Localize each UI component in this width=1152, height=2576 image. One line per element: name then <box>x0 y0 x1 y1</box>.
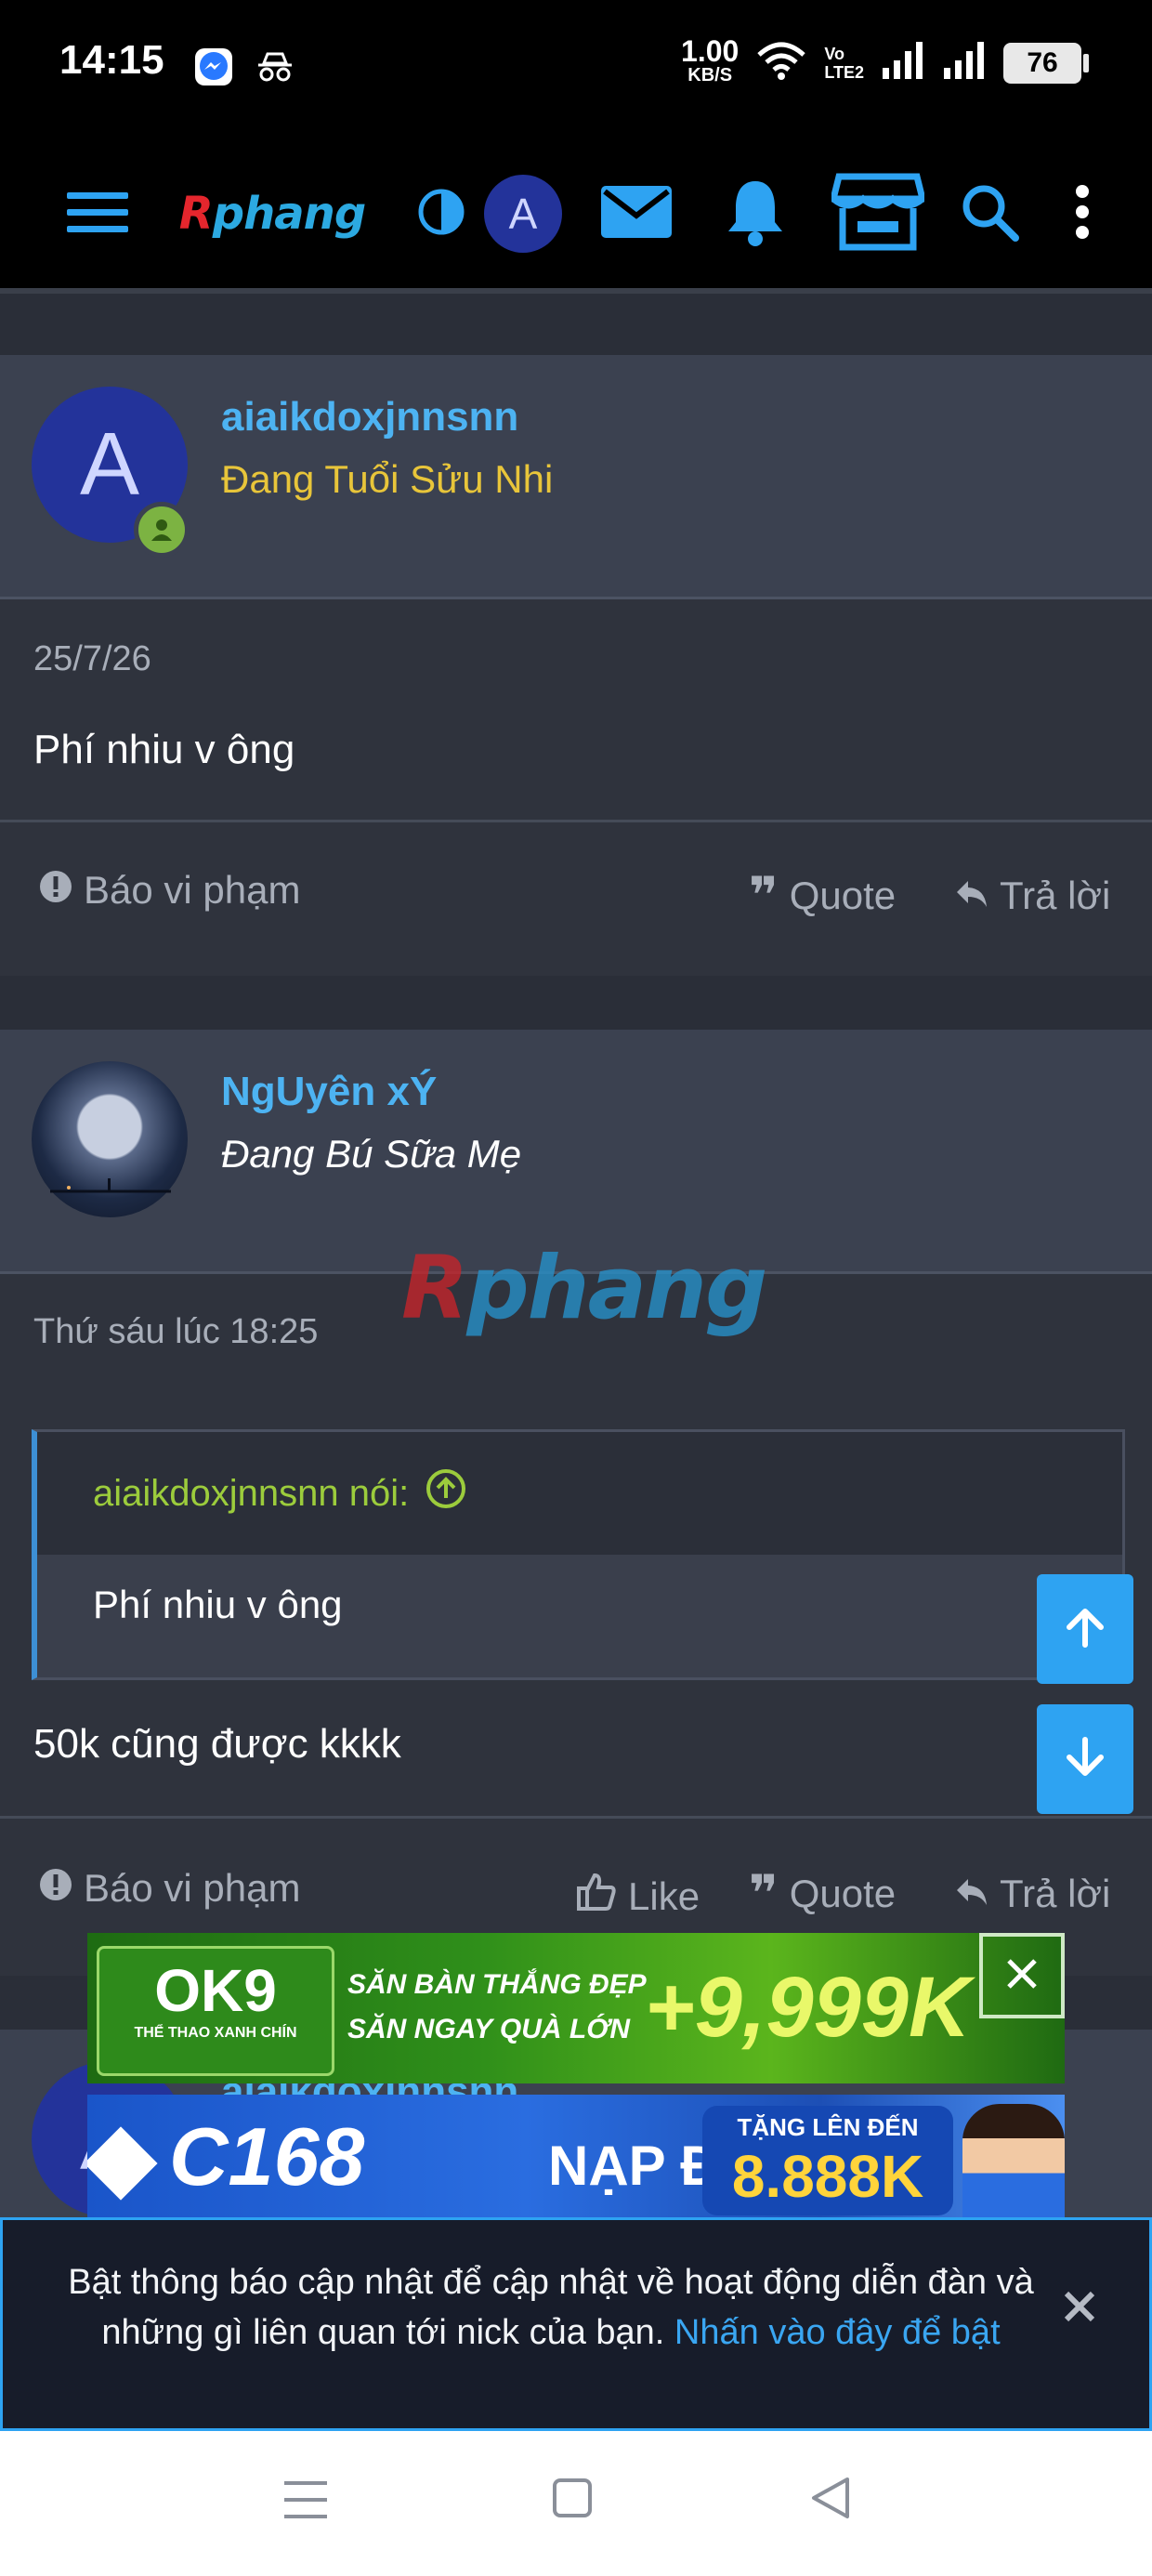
net-speed: 1.00 KB/S <box>681 34 740 85</box>
quote-block: aiaikdoxjnnsnn nói: Phí nhiu v ông <box>32 1429 1125 1680</box>
messenger-icon <box>193 46 234 92</box>
theme-toggle-icon <box>417 188 465 241</box>
status-time: 14:15 <box>59 37 164 83</box>
enable-notifications-link[interactable]: Nhấn vào đây để bật <box>674 2313 1001 2352</box>
battery-indicator: 76 <box>1003 43 1089 84</box>
post: A aiaikdoxjnnsnn Đang Tuổi Sửu Nhi 25/7/… <box>0 355 1152 976</box>
hamburger-icon <box>67 189 128 240</box>
store-icon <box>829 173 927 256</box>
scroll-to-top-button[interactable] <box>1037 1574 1133 1684</box>
notifications-button[interactable] <box>713 139 797 288</box>
like-button[interactable]: Like <box>576 1872 700 1922</box>
search-icon <box>960 182 1019 246</box>
incognito-icon <box>256 50 294 88</box>
quote-button[interactable]: ❞ Quote <box>749 868 896 924</box>
search-button[interactable] <box>948 139 1031 288</box>
menu-button[interactable] <box>56 139 139 288</box>
back-button[interactable] <box>810 2476 851 2525</box>
reply-icon <box>955 874 988 918</box>
user-title: Đang Tuổi Sửu Nhi <box>221 457 554 501</box>
site-watermark: Rphang <box>401 1238 767 1339</box>
ad-tagline: THỂ THAO XANH CHÍN <box>134 2025 297 2041</box>
menu-lines-icon <box>284 2481 327 2524</box>
back-triangle-icon <box>810 2477 851 2524</box>
quote-text: Phí nhiu v ông <box>93 1583 343 1626</box>
mail-icon <box>601 185 672 243</box>
quote-icon: ❞ <box>749 1866 779 1922</box>
ad-banner-ok9[interactable]: OK9 THỂ THAO XANH CHÍN SĂN BÀN THẮNG ĐẸP… <box>87 1933 1065 2083</box>
online-status-icon <box>134 502 190 558</box>
report-button[interactable]: Báo vi phạm <box>39 1866 300 1911</box>
arrow-up-icon <box>1062 1604 1108 1655</box>
inbox-button[interactable] <box>595 139 678 288</box>
push-notification-banner: Bật thông báo cập nhật để cập nhật về ho… <box>0 2217 1152 2431</box>
more-menu-button[interactable] <box>1059 139 1106 288</box>
status-bar: 14:15 1.00 KB/S Vo LTE2 76 <box>0 0 1152 139</box>
post-date[interactable]: Thứ sáu lúc 18:25 <box>33 1312 318 1352</box>
quote-header[interactable]: aiaikdoxjnnsnn nói: <box>37 1432 1122 1555</box>
warning-icon <box>39 1866 72 1911</box>
quote-button[interactable]: ❞ Quote <box>749 1866 896 1922</box>
post-divider <box>0 1816 1152 1819</box>
post-divider <box>0 820 1152 822</box>
post-username[interactable]: NgUyên xÝ <box>221 1069 437 1115</box>
post-content: Phí nhiu v ông <box>33 727 295 772</box>
scroll-to-bottom-button[interactable] <box>1037 1704 1133 1814</box>
volte-label: Vo LTE2 <box>824 45 864 82</box>
ad-brand-block: OK9 THỂ THAO XANH CHÍN <box>97 1946 334 2076</box>
more-vert-icon <box>1075 184 1090 244</box>
ad-banner-c168[interactable]: C168 NẠP ĐẦU TẶNG LÊN ĐẾN 8.888K <box>87 2095 1065 2219</box>
home-button[interactable] <box>552 2477 593 2523</box>
ad-person-image <box>962 2104 1065 2219</box>
reply-button[interactable]: Trả lời <box>955 1872 1110 1916</box>
arrow-down-icon <box>1062 1734 1108 1785</box>
ad-brand: OK9 <box>154 1957 277 2024</box>
wifi-icon <box>755 40 807 87</box>
ad-promo: TẶNG LÊN ĐẾN 8.888K <box>702 2106 953 2215</box>
close-icon <box>1003 1955 1041 1997</box>
square-icon <box>552 2478 593 2522</box>
moon-night-image <box>50 1178 171 1193</box>
ad-amount: +9,999K <box>645 1960 971 2055</box>
post: NgUyên xÝ Đang Bú Sữa Mẹ Thứ sáu lúc 18:… <box>0 1030 1152 1976</box>
ad-close-button[interactable] <box>979 1933 1065 2018</box>
app-header: Rphang A <box>0 139 1152 294</box>
system-nav-bar <box>0 2431 1152 2576</box>
diamond-logo-icon <box>87 2126 158 2201</box>
ad-lines: SĂN BÀN THẮNG ĐẸP SĂN NGAY QUÀ LỚN <box>347 1969 647 2044</box>
recent-apps-button[interactable] <box>284 2479 327 2525</box>
signal-icon-1 <box>881 40 925 87</box>
post-author-header: A aiaikdoxjnnsnn Đang Tuổi Sửu Nhi <box>0 355 1152 599</box>
theme-toggle-button[interactable] <box>409 139 474 288</box>
account-button[interactable]: A <box>481 139 565 288</box>
avatar: A <box>484 175 562 253</box>
quote-icon: ❞ <box>749 868 779 924</box>
post-content: 50k cũng được kkkk <box>33 1721 401 1767</box>
avatar[interactable] <box>32 1061 188 1217</box>
store-button[interactable] <box>827 139 929 288</box>
site-logo[interactable]: Rphang <box>175 139 370 288</box>
user-title: Đang Bú Sữa Mẹ <box>221 1132 522 1176</box>
dismiss-notification-button[interactable] <box>1056 2285 1103 2332</box>
close-icon <box>1063 2290 1096 2328</box>
ad-brand: C168 <box>87 2109 364 2204</box>
reply-button[interactable]: Trả lời <box>955 874 1110 918</box>
jump-up-circle-icon <box>425 1468 466 1518</box>
signal-icon-2 <box>942 40 987 87</box>
post-username[interactable]: aiaikdoxjnnsnn <box>221 394 518 440</box>
post-date[interactable]: 25/7/26 <box>33 639 151 679</box>
bell-icon <box>725 177 786 251</box>
quote-author: aiaikdoxjnnsnn nói: <box>93 1472 410 1514</box>
report-button[interactable]: Báo vi phạm <box>39 868 300 913</box>
reply-icon <box>955 1872 988 1916</box>
warning-icon <box>39 868 72 913</box>
thumbs-up-icon <box>576 1872 617 1922</box>
